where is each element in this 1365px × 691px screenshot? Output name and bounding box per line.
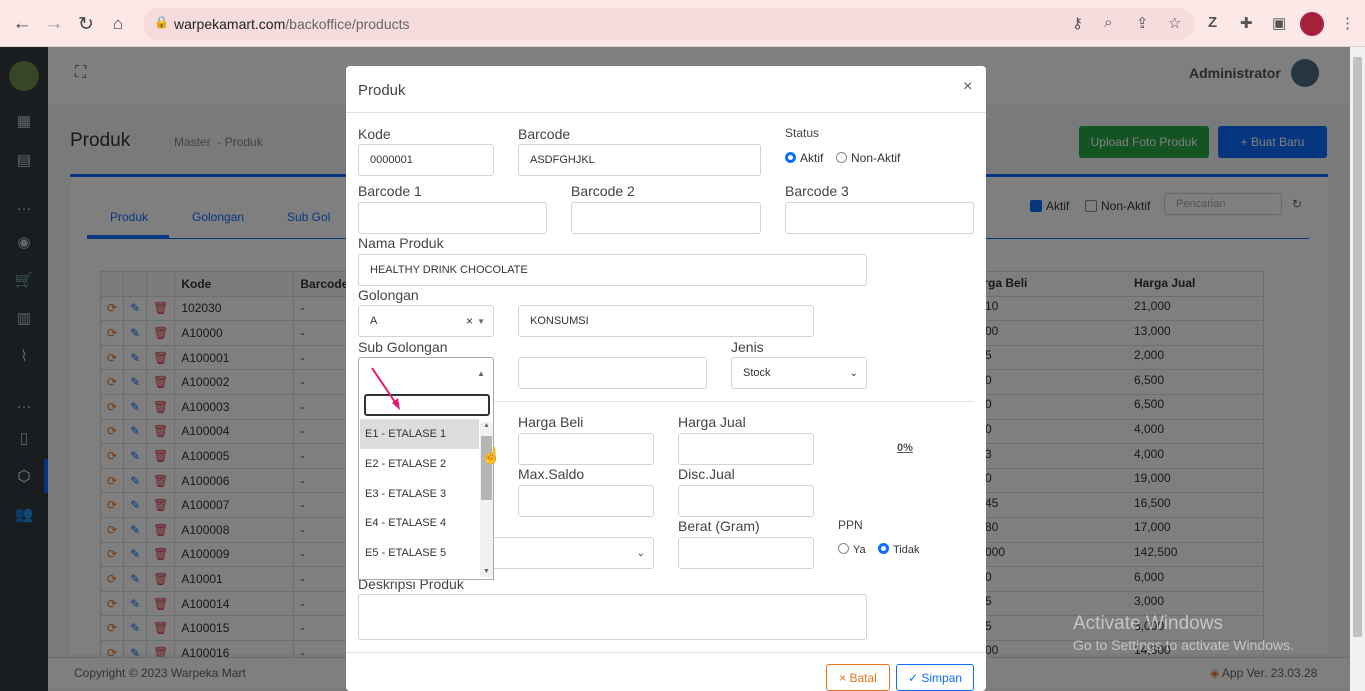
annotation-arrow [371, 367, 400, 410]
mouse-cursor-icon: ☝ [481, 448, 501, 465]
watermark-subtitle: Go to Settings to activate Windows. [1073, 637, 1294, 653]
watermark-title: Activate Windows [1073, 613, 1223, 634]
